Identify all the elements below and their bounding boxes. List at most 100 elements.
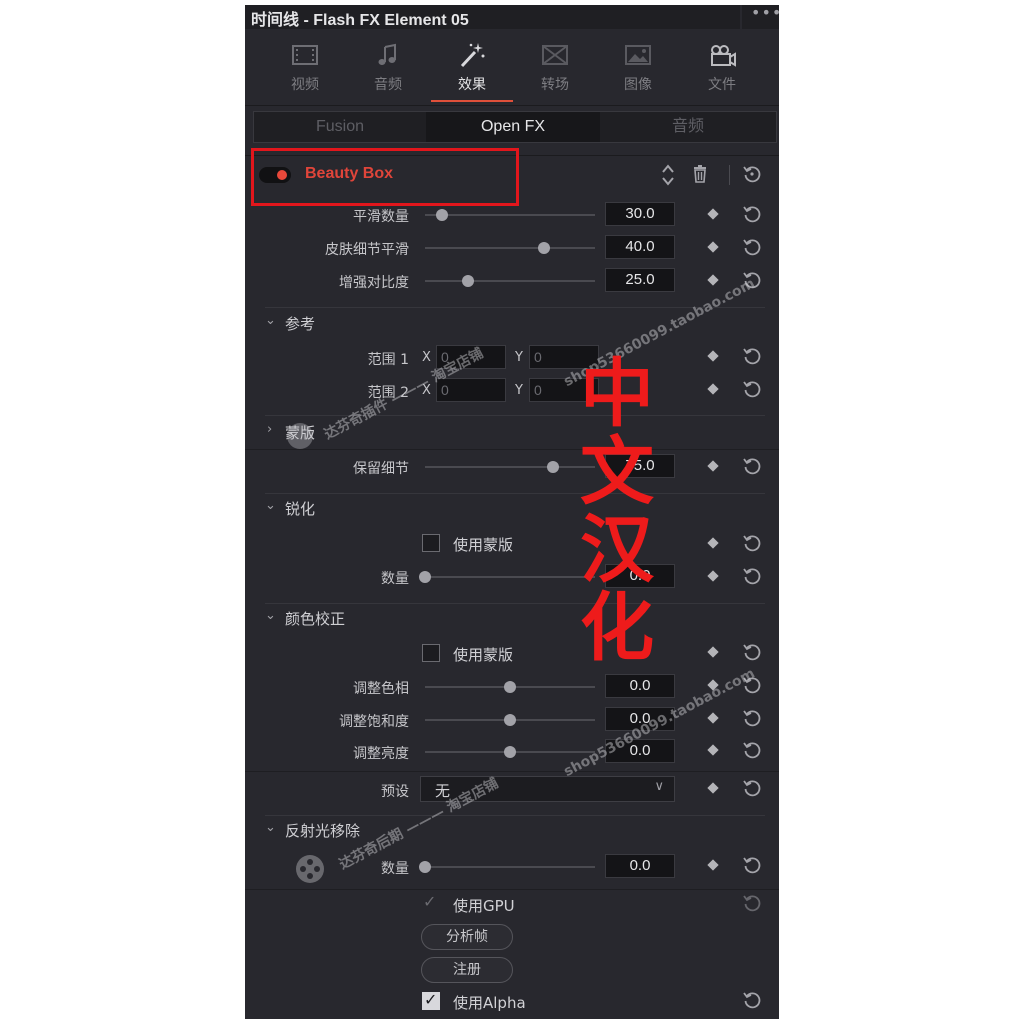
keep-detail-knob[interactable] — [546, 461, 559, 473]
chevron-down-icon[interactable]: ⌄ — [265, 608, 276, 623]
reflection-amount-slider[interactable] — [425, 866, 595, 868]
reflection-amount-value[interactable]: 0.0 — [605, 854, 675, 878]
film-reel-watermark-icon — [296, 855, 324, 883]
sharpen-amount-knob[interactable] — [419, 571, 431, 583]
reflection-section-title[interactable]: 反射光移除 — [285, 820, 360, 841]
contrast-value[interactable]: 25.0 — [605, 268, 675, 292]
keep-detail-slider[interactable] — [425, 466, 595, 468]
saturation-label: 调整饱和度 — [339, 714, 409, 730]
tab-transition[interactable]: 转场 — [520, 41, 590, 103]
tab-image-label: 图像 — [624, 77, 652, 93]
tab-audio[interactable]: 音频 — [353, 41, 423, 103]
reset-icon[interactable] — [742, 990, 762, 1010]
reset-icon[interactable] — [742, 456, 762, 476]
reset-icon[interactable] — [742, 533, 762, 553]
section-divider — [265, 493, 765, 494]
section-divider — [265, 815, 765, 816]
contrast-label: 增强对比度 — [339, 275, 409, 291]
window-title: 时间线 - Flash FX Element 05 — [251, 12, 469, 29]
hue-value[interactable]: 0.0 — [605, 674, 675, 698]
reset-icon[interactable] — [742, 740, 762, 760]
range1-label: 范围 1 — [367, 352, 409, 368]
keyframe-diamond-icon[interactable] — [707, 274, 719, 286]
reset-icon[interactable] — [742, 346, 762, 366]
smooth-amount-value[interactable]: 30.0 — [605, 202, 675, 226]
use-alpha-label: 使用Alpha — [453, 994, 526, 1012]
use-gpu-checkbox[interactable] — [422, 892, 440, 913]
color-correction-section-title[interactable]: 颜色校正 — [285, 608, 345, 629]
skin-detail-value[interactable]: 40.0 — [605, 235, 675, 259]
tab-audio-label: 音频 — [374, 77, 402, 93]
more-options-icon[interactable]: ••• — [751, 5, 779, 22]
keyframe-diamond-icon[interactable] — [707, 859, 719, 871]
contrast-knob[interactable] — [461, 275, 474, 287]
keyframe-diamond-icon[interactable] — [707, 782, 719, 794]
saturation-knob[interactable] — [504, 714, 516, 726]
chevron-down-icon[interactable]: ⌄ — [265, 313, 276, 328]
subtab-audio[interactable]: 音频 — [600, 112, 776, 142]
register-button[interactable]: 注册 — [421, 957, 513, 983]
reset-icon[interactable] — [742, 855, 762, 875]
tab-video[interactable]: 视频 — [270, 41, 340, 103]
reset-icon[interactable] — [742, 237, 762, 257]
reset-icon[interactable] — [742, 778, 762, 798]
sharpen-use-mask-label: 使用蒙版 — [453, 536, 514, 554]
inspector-panel: 时间线 - Flash FX Element 05 ••• 视频 音频 — [245, 5, 779, 1019]
skin-detail-knob[interactable] — [538, 242, 550, 254]
keyframe-diamond-icon[interactable] — [707, 712, 719, 724]
range1-y-label: Y — [515, 350, 523, 365]
keyframe-diamond-icon[interactable] — [707, 460, 719, 472]
tab-video-label: 视频 — [291, 77, 319, 93]
sharpen-use-mask-checkbox[interactable] — [422, 534, 440, 552]
reset-icon[interactable] — [742, 566, 762, 586]
keyframe-diamond-icon[interactable] — [707, 570, 719, 582]
reset-icon[interactable] — [742, 642, 762, 662]
subtab-fusion[interactable]: Fusion — [254, 112, 426, 142]
analyze-frame-button[interactable]: 分析帧 — [421, 924, 513, 950]
chevron-down-icon[interactable]: ⌄ — [265, 498, 276, 513]
section-divider — [245, 889, 779, 890]
keyframe-diamond-icon[interactable] — [707, 241, 719, 253]
keyframe-diamond-icon[interactable] — [707, 646, 719, 658]
tab-effects[interactable]: 效果 — [437, 41, 507, 103]
smooth-amount-knob[interactable] — [436, 209, 448, 221]
chevron-right-icon[interactable]: › — [267, 422, 272, 437]
hue-label: 调整色相 — [353, 681, 409, 697]
subtab-openfx[interactable]: Open FX — [426, 112, 600, 142]
tab-file[interactable]: 文件 — [687, 41, 757, 103]
keep-detail-label: 保留细节 — [353, 461, 409, 477]
reflection-amount-knob[interactable] — [419, 861, 431, 873]
reset-icon[interactable] — [742, 708, 762, 728]
keyframe-diamond-icon[interactable] — [707, 744, 719, 756]
color-use-mask-checkbox[interactable] — [422, 644, 440, 662]
contrast-slider[interactable] — [425, 280, 595, 282]
use-alpha-checkbox[interactable] — [422, 990, 440, 1010]
brightness-knob[interactable] — [504, 746, 516, 758]
tab-image[interactable]: 图像 — [603, 41, 673, 103]
section-divider — [245, 449, 779, 450]
keyframe-diamond-icon[interactable] — [707, 350, 719, 362]
reset-icon[interactable] — [742, 379, 762, 399]
skin-detail-slider[interactable] — [425, 247, 595, 249]
trash-icon[interactable] — [693, 165, 707, 183]
smooth-amount-slider[interactable] — [425, 214, 595, 216]
tab-file-label: 文件 — [708, 77, 736, 93]
chevron-down-icon: ∨ — [654, 779, 664, 794]
reset-icon[interactable] — [742, 204, 762, 224]
reference-section-title[interactable]: 参考 — [285, 313, 315, 334]
header-separator — [729, 165, 730, 185]
sharpen-section-title[interactable]: 锐化 — [285, 498, 315, 519]
sharpen-amount-label: 数量 — [381, 571, 409, 587]
watermark-char: 汉 — [580, 507, 654, 593]
hue-knob[interactable] — [504, 681, 516, 693]
reorder-arrows-icon[interactable] — [661, 163, 675, 187]
chevron-down-icon[interactable]: ⌄ — [265, 820, 276, 835]
music-note-icon — [378, 43, 396, 65]
active-tab-underline — [431, 100, 513, 102]
keyframe-diamond-icon[interactable] — [707, 383, 719, 395]
reset-effect-icon[interactable] — [742, 164, 762, 184]
keyframe-diamond-icon[interactable] — [707, 537, 719, 549]
reset-icon[interactable] — [742, 893, 762, 913]
sharpen-amount-slider[interactable] — [425, 576, 595, 578]
keyframe-diamond-icon[interactable] — [707, 208, 719, 220]
